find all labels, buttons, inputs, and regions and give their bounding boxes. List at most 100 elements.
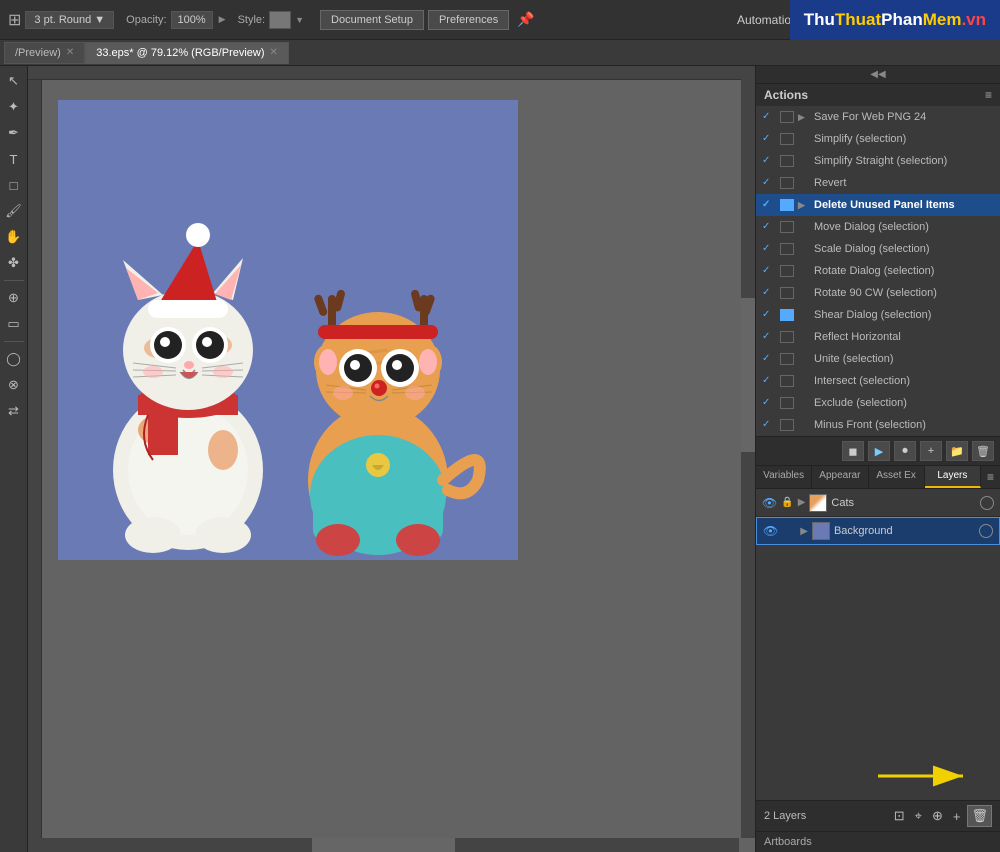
blend-tool-icon[interactable]: ⊗ [3, 374, 25, 396]
locate-btn[interactable]: ⌖ [912, 806, 925, 826]
actions-menu-icon[interactable]: ≡ [985, 88, 992, 102]
action-name: Save For Web PNG 24 [814, 108, 994, 126]
chevron-down-icon: ▼ [94, 14, 105, 26]
action-row-exclude[interactable]: ✓ Exclude (selection) [756, 392, 1000, 414]
action-row-scale-dialog[interactable]: ✓ Scale Dialog (selection) [756, 238, 1000, 260]
horizontal-scrollbar[interactable] [28, 838, 739, 852]
layer-visibility-icon[interactable]: 👁 [763, 524, 778, 538]
paintbrush-icon[interactable]: 🖌 [3, 200, 25, 222]
collect-btn[interactable]: ⊕ [929, 806, 946, 826]
opacity-value: 100% [171, 11, 213, 29]
right-panel: ◀◀ Actions ≡ ✓ ▶ Save For Web PNG 24 ✓ S… [755, 66, 1000, 852]
action-row-reflect[interactable]: ✓ Reflect Horizontal [756, 326, 1000, 348]
action-row-save[interactable]: ✓ ▶ Save For Web PNG 24 [756, 106, 1000, 128]
circle-tool-icon[interactable]: ◯ [3, 348, 25, 370]
layer-expand-icon[interactable]: ▶ [798, 497, 806, 508]
tab-preview[interactable]: /Preview) ✕ [4, 42, 85, 64]
brand-bar: ThuThuatPhanMem.vn [790, 0, 1000, 40]
check-icon: ✓ [762, 306, 776, 324]
artboard [58, 100, 518, 563]
main-layout: ↖ ✦ ✒ T □ 🖌 ✋ ✤ ⊕ ▭ ◯ ⊗ ⇄ [0, 66, 1000, 852]
layers-panel-menu-icon[interactable]: ≡ [981, 466, 1000, 488]
action-row-shear[interactable]: ✓ Shear Dialog (selection) [756, 304, 1000, 326]
document-setup-button[interactable]: Document Setup [320, 10, 424, 30]
direct-select-icon[interactable]: ✦ [3, 96, 25, 118]
vertical-scrollbar[interactable] [741, 66, 755, 838]
layer-target-circle[interactable] [979, 524, 993, 538]
layer-row-background[interactable]: 👁 ▶ Background [756, 517, 1000, 545]
style-label: Style: [238, 14, 266, 26]
hand-tool-icon[interactable]: ✋ [3, 226, 25, 248]
new-layer-btn[interactable]: + [950, 807, 964, 826]
action-row-simplify-straight[interactable]: ✓ Simplify Straight (selection) [756, 150, 1000, 172]
layer-expand-icon[interactable]: ▶ [800, 526, 808, 537]
tab-close-main[interactable]: ✕ [270, 47, 278, 58]
new-set-btn[interactable]: 📁 [946, 441, 968, 461]
delete-layer-btn[interactable]: 🗑 [967, 805, 992, 827]
new-action-btn[interactable]: + [920, 441, 942, 461]
action-row-rotate-90[interactable]: ✓ Rotate 90 CW (selection) [756, 282, 1000, 304]
check-icon: ✓ [762, 196, 776, 214]
square-col-filled [780, 309, 794, 321]
action-row-simplify[interactable]: ✓ Simplify (selection) [756, 128, 1000, 150]
square-col [780, 287, 794, 299]
check-icon: ✓ [762, 262, 776, 280]
artboards-tab[interactable]: Artboards [756, 831, 1000, 852]
action-row-delete-unused[interactable]: ✓ ▶ Delete Unused Panel Items [756, 194, 1000, 216]
action-row-move-dialog[interactable]: ✓ Move Dialog (selection) [756, 216, 1000, 238]
tab-close-preview[interactable]: ✕ [66, 47, 74, 58]
make-sublayer-btn[interactable]: ⊡ [891, 806, 908, 826]
check-icon: ✓ [762, 350, 776, 368]
action-name: Unite (selection) [814, 350, 994, 368]
brand-phan: Phan [881, 10, 923, 29]
panel-collapse-btn[interactable]: ◀◀ [756, 66, 1000, 84]
record-btn[interactable]: ⏺ [894, 441, 916, 461]
h-scrollbar-thumb[interactable] [312, 838, 454, 852]
swap-icon[interactable]: ⇄ [3, 400, 25, 422]
action-row-intersect[interactable]: ✓ Intersect (selection) [756, 370, 1000, 392]
square-col [780, 155, 794, 167]
tab-layers[interactable]: Layers [925, 466, 981, 488]
action-name: Simplify (selection) [814, 130, 994, 148]
action-name: Revert [814, 174, 994, 192]
shape-tool-icon[interactable]: □ [3, 174, 25, 196]
left-toolbar: ↖ ✦ ✒ T □ 🖌 ✋ ✤ ⊕ ▭ ◯ ⊗ ⇄ [0, 66, 28, 852]
select-tool-icon[interactable]: ↖ [3, 70, 25, 92]
tab-appearance[interactable]: Appearar [812, 466, 868, 488]
layer-name-cats: Cats [831, 497, 976, 509]
action-name: Delete Unused Panel Items [814, 196, 994, 214]
brush-size-dropdown[interactable]: 3 pt. Round ▼ [25, 11, 114, 29]
text-tool-icon[interactable]: T [3, 148, 25, 170]
square-col [780, 375, 794, 387]
layer-thumbnail [812, 522, 830, 540]
layer-target-circle[interactable] [980, 496, 994, 510]
action-row-revert[interactable]: ✓ Revert [756, 172, 1000, 194]
style-box [269, 11, 291, 29]
tab-main[interactable]: 33.eps* @ 79.12% (RGB/Preview) ✕ [85, 42, 289, 64]
star-tool-icon[interactable]: ✤ [3, 252, 25, 274]
layers-empty-space [756, 545, 1000, 800]
action-panel-btns: ◼ ▶ ⏺ + 📁 🗑 [756, 437, 1000, 466]
check-icon: ✓ [762, 174, 776, 192]
play-btn[interactable]: ▶ [868, 441, 890, 461]
tab-variables[interactable]: Variables [756, 466, 812, 488]
rectangle-icon[interactable]: ▭ [3, 313, 25, 335]
action-row-rotate-dialog[interactable]: ✓ Rotate Dialog (selection) [756, 260, 1000, 282]
pen-tool-icon[interactable]: ✒ [3, 122, 25, 144]
tab-asset-export[interactable]: Asset Ex [869, 466, 925, 488]
action-row-unite[interactable]: ✓ Unite (selection) [756, 348, 1000, 370]
delete-action-btn[interactable]: 🗑 [972, 441, 994, 461]
preferences-button[interactable]: Preferences [428, 10, 509, 30]
square-col [780, 419, 794, 431]
layer-visibility-icon[interactable]: 👁 [762, 496, 777, 510]
v-scrollbar-thumb[interactable] [741, 298, 755, 452]
stop-btn[interactable]: ◼ [842, 441, 864, 461]
action-row-minus-front[interactable]: ✓ Minus Front (selection) [756, 414, 1000, 436]
canvas-content[interactable] [42, 80, 741, 838]
layer-row-cats[interactable]: 👁 🔒 ▶ Cats [756, 489, 1000, 517]
layer-lock-icon[interactable]: 🔒 [781, 497, 793, 508]
action-name: Simplify Straight (selection) [814, 152, 994, 170]
zoom-tool-icon[interactable]: ⊕ [3, 287, 25, 309]
action-name: Rotate Dialog (selection) [814, 262, 994, 280]
action-name: Exclude (selection) [814, 394, 994, 412]
